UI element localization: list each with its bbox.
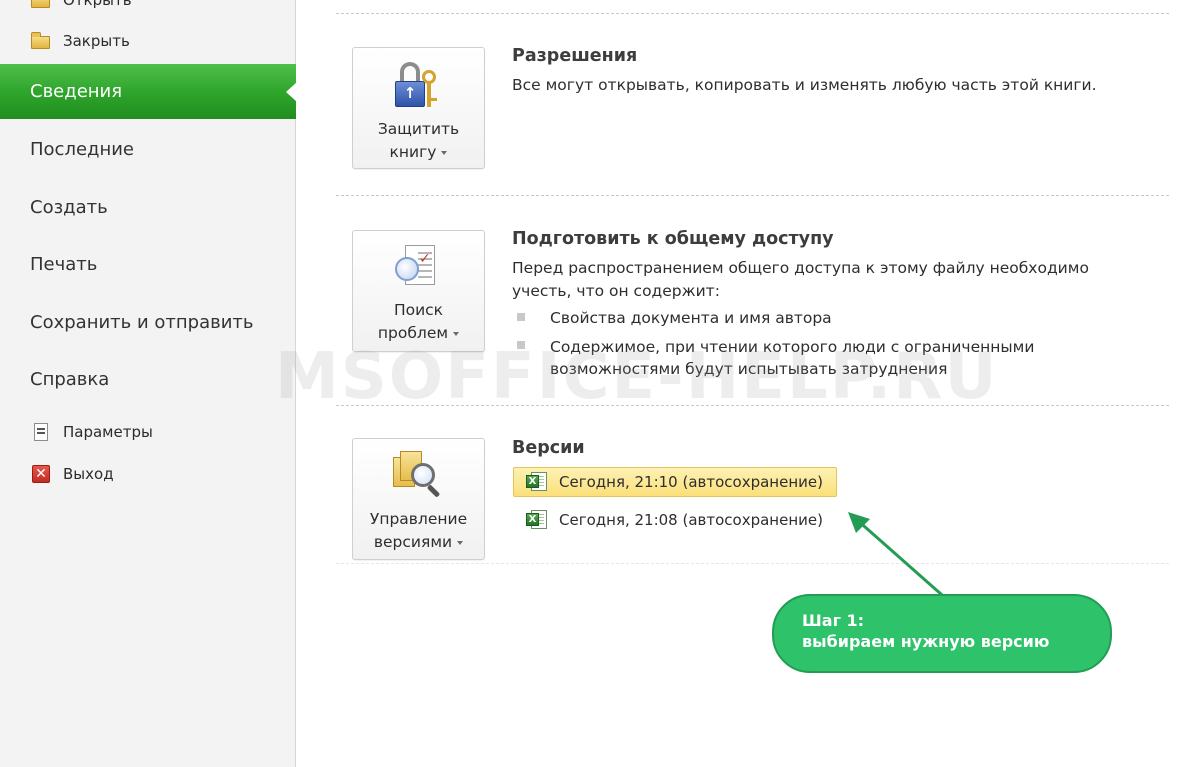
backstage-sidebar: Открыть Закрыть Сведения Последние Созда… [0, 0, 297, 767]
sidebar-item-recent[interactable]: Последние [0, 129, 296, 169]
version-item-autosave-2110[interactable]: X Сегодня, 21:10 (автосохранение) [513, 467, 837, 497]
exit-icon: ✕ [30, 464, 52, 484]
sidebar-item-save-send[interactable]: Сохранить и отправить [0, 302, 296, 342]
versions-title: Версии [512, 438, 585, 458]
check-for-issues-button[interactable]: ✓ Поиск проблем [352, 230, 485, 352]
sidebar-item-options[interactable]: Параметры [30, 420, 153, 444]
protect-workbook-button[interactable]: Защитить книгу [352, 47, 485, 169]
protect-workbook-label-1: Защитить [377, 120, 460, 138]
folder-open-icon [30, 0, 52, 10]
sidebar-item-help[interactable]: Справка [0, 359, 296, 399]
sidebar-item-close-label: Закрыть [63, 32, 130, 50]
sidebar-item-close[interactable]: Закрыть [30, 29, 130, 53]
step-callout: Шаг 1: выбираем нужную версию [772, 594, 1112, 673]
sidebar-item-info[interactable]: Сведения [0, 64, 297, 119]
section-divider [336, 195, 1169, 196]
dropdown-caret-icon [453, 331, 460, 336]
sidebar-item-info-label: Сведения [30, 81, 123, 102]
inspect-document-icon: ✓ [395, 245, 441, 291]
callout-line-2: выбираем нужную версию [802, 632, 1050, 651]
prepare-title: Подготовить к общему доступу [512, 229, 834, 249]
manage-versions-button[interactable]: Управление версиями [352, 438, 485, 560]
sidebar-item-open[interactable]: Открыть [30, 0, 132, 12]
sidebar-item-new[interactable]: Создать [0, 187, 296, 227]
sidebar-item-options-label: Параметры [63, 423, 153, 441]
dropdown-caret-icon [441, 150, 448, 155]
excel-file-icon: X [526, 510, 548, 530]
prepare-text-line2: учесть, что он содержит: [512, 282, 720, 300]
manage-versions-label-2: версиями [353, 531, 484, 554]
lock-key-icon [393, 62, 443, 110]
callout-line-1: Шаг 1: [802, 611, 865, 630]
check-for-issues-label-1: Поиск [393, 301, 444, 319]
version-item-autosave-2108[interactable]: X Сегодня, 21:08 (автосохранение) [513, 505, 837, 535]
sidebar-item-exit-label: Выход [63, 465, 114, 483]
version-item-label: Сегодня, 21:08 (автосохранение) [559, 511, 823, 529]
check-for-issues-label-2: проблем [353, 322, 484, 345]
bullet-marker [517, 313, 525, 321]
prepare-bullet-2-cont: возможностями будут испытывать затруднен… [550, 360, 948, 378]
sidebar-item-new-label: Создать [30, 196, 108, 218]
sidebar-item-print-label: Печать [30, 253, 98, 275]
bullet-marker [517, 341, 525, 349]
manage-versions-icon [393, 451, 443, 499]
section-divider [336, 563, 1169, 564]
section-divider [336, 405, 1169, 406]
permissions-text: Все могут открывать, копировать и изменя… [512, 76, 1097, 94]
protect-workbook-label-2: книгу [353, 141, 484, 164]
options-icon [30, 422, 52, 442]
sidebar-item-help-label: Справка [30, 368, 110, 390]
manage-versions-label-1: Управление [369, 510, 468, 528]
prepare-bullet-2: Содержимое, при чтении которого люди с о… [550, 338, 1035, 356]
prepare-text-line1: Перед распространением общего доступа к … [512, 259, 1089, 277]
sidebar-item-exit[interactable]: ✕ Выход [30, 462, 114, 486]
sidebar-item-open-label: Открыть [63, 0, 132, 9]
section-divider [336, 13, 1169, 14]
sidebar-item-recent-label: Последние [30, 138, 135, 160]
dropdown-caret-icon [457, 540, 464, 545]
excel-file-icon: X [526, 472, 548, 492]
annotation-arrow-icon [848, 512, 943, 597]
sidebar-item-save-send-label: Сохранить и отправить [30, 311, 254, 333]
prepare-bullet-1: Свойства документа и имя автора [550, 309, 832, 327]
permissions-title: Разрешения [512, 46, 638, 66]
folder-icon [30, 31, 52, 51]
sidebar-item-print[interactable]: Печать [0, 244, 296, 284]
version-item-label: Сегодня, 21:10 (автосохранение) [559, 473, 823, 491]
